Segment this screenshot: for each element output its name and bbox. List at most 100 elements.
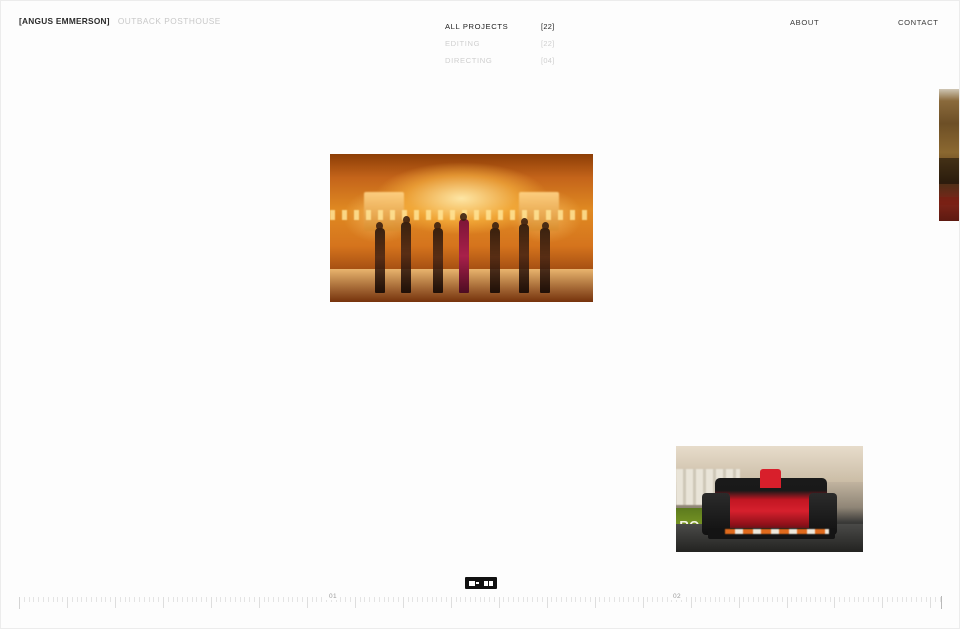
view-mode-single-button[interactable] (467, 579, 480, 587)
timeline-tick (349, 597, 351, 602)
timeline-tick (114, 597, 116, 608)
view-mode-grid-button[interactable] (482, 579, 495, 587)
timeline-tick (733, 597, 735, 602)
timeline-tick (167, 597, 169, 602)
timeline-tick (469, 597, 471, 602)
timeline-tick (71, 597, 73, 602)
timeline-tick (364, 597, 366, 602)
timeline-tick (791, 597, 793, 602)
timeline-tick (182, 597, 184, 602)
timeline-tick (508, 597, 510, 602)
timeline-tick (493, 597, 495, 602)
timeline-tick (158, 597, 160, 602)
timeline-tick (354, 597, 356, 608)
timeline-tick (623, 597, 625, 602)
timeline-tick (431, 597, 433, 602)
timeline-tick (872, 597, 874, 602)
timeline-tick (33, 597, 35, 602)
timeline-tick (81, 597, 83, 602)
timeline-tick (565, 597, 567, 602)
filter-editing[interactable]: EDITING [22] (445, 35, 565, 52)
timeline-label: 02 (669, 593, 685, 600)
nav-link-about[interactable]: ABOUT (790, 18, 819, 27)
timeline-tick (321, 597, 323, 602)
timeline-tick (599, 597, 601, 602)
timeline-tick (916, 597, 918, 602)
timeline-tick (752, 597, 754, 602)
filter-all-projects[interactable]: ALL PROJECTS [22] (445, 18, 565, 35)
timeline-tick (76, 597, 78, 602)
timeline-tick (28, 597, 30, 602)
timeline-tick (772, 597, 774, 602)
timeline-tick (877, 597, 879, 602)
timeline-tick (743, 597, 745, 602)
timeline-tick (762, 597, 764, 602)
timeline-tick (517, 597, 519, 602)
performer (458, 213, 469, 294)
project-thumbnail-next-offscreen[interactable] (939, 89, 959, 221)
brand-logo[interactable]: [ANGUS EMMERSON] OUTBACK POSTHOUSE (19, 16, 221, 26)
timeline-tick (316, 597, 318, 602)
timeline-tick (42, 597, 44, 602)
timeline-tick (210, 597, 212, 608)
timeline-tick (633, 597, 634, 602)
timeline-tick (455, 597, 457, 602)
timeline-tick (858, 597, 860, 602)
timeline-tick (95, 597, 97, 602)
timeline-tick (369, 597, 371, 602)
performer (540, 222, 551, 294)
timeline-tick (824, 597, 826, 602)
timeline-tick (585, 597, 587, 602)
filter-directing[interactable]: DIRECTING [04] (445, 52, 565, 69)
project-thumbnail-concert[interactable] (330, 154, 593, 302)
timeline-tick (829, 597, 831, 602)
timeline-tick (268, 597, 270, 602)
timeline-tick (479, 597, 481, 602)
single-view-icon-secondary (475, 581, 479, 585)
timeline-tick (119, 597, 121, 602)
timeline-tick (815, 597, 817, 602)
timeline-scrubber[interactable]: 01 02 (1, 591, 959, 619)
timeline-tick (513, 597, 515, 602)
timeline-tick (920, 597, 922, 602)
timeline-tick (498, 597, 500, 608)
timeline-tick (925, 597, 927, 602)
timeline-tick (800, 597, 802, 602)
timeline-tick (421, 597, 423, 602)
nav-link-contact[interactable]: CONTACT (898, 18, 938, 27)
timeline-tick (522, 597, 524, 602)
timeline-tick (397, 597, 399, 602)
timeline-tick (546, 597, 548, 608)
timeline-tick (436, 597, 438, 602)
filter-editing-count: [22] (541, 39, 555, 48)
timeline-tick (287, 597, 289, 602)
timeline-tick (393, 597, 395, 602)
timeline-tick (273, 597, 275, 602)
timeline-tick (839, 597, 841, 602)
timeline-tick (892, 597, 894, 602)
timeline-tick (738, 597, 740, 608)
peek-accent-band (939, 197, 959, 206)
timeline-tick (796, 597, 798, 602)
timeline-tick (460, 597, 462, 602)
portfolio-page: [ANGUS EMMERSON] OUTBACK POSTHOUSE ALL P… (0, 0, 960, 629)
timeline-tick (613, 597, 615, 602)
timeline-tick (580, 597, 582, 602)
performer (374, 222, 385, 294)
timeline-tick (896, 597, 898, 602)
view-mode-toggle[interactable] (465, 577, 497, 589)
timeline-tick (47, 597, 49, 602)
timeline-tick (278, 597, 280, 602)
timeline-tick (714, 597, 716, 602)
timeline-tick (407, 597, 409, 602)
project-thumbnail-formula-one[interactable]: RO (676, 446, 863, 552)
timeline-tick (685, 597, 687, 602)
timeline-tick (417, 597, 419, 602)
timeline-cursor[interactable] (941, 596, 942, 609)
timeline-tick (105, 597, 107, 602)
filter-directing-count: [04] (541, 56, 555, 65)
grid-view-icon-right (489, 580, 493, 586)
timeline-tick (575, 597, 577, 602)
timeline-tick (254, 597, 256, 602)
timeline-tick (297, 597, 299, 602)
